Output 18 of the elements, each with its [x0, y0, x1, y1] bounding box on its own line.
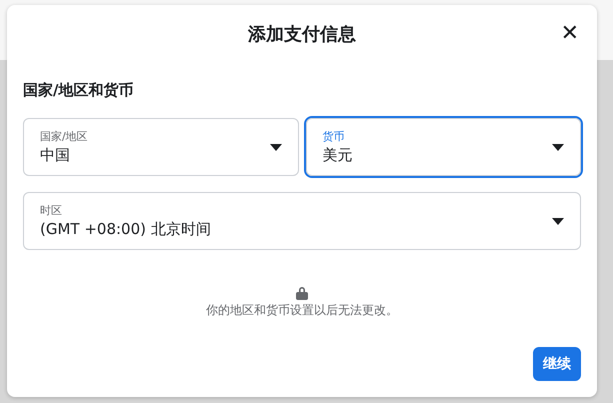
- field-label: 时区: [40, 203, 63, 218]
- field-label: 货币: [322, 129, 346, 144]
- dropdown-field[interactable]: 时区 (GMT +08:00) 北京时间: [23, 192, 581, 250]
- close-button[interactable]: ✕: [554, 19, 585, 48]
- note-text: 你的地区和货币设置以后无法更改。: [206, 302, 398, 319]
- continue-button[interactable]: 继续: [533, 347, 581, 381]
- field-value: 中国: [40, 146, 71, 165]
- caret-icon: [270, 144, 282, 150]
- dropdown-field[interactable]: 国家/地区 中国: [23, 118, 298, 176]
- caret-icon: [552, 144, 564, 150]
- dialog-title: 添加支付信息: [248, 23, 356, 46]
- dropdown-field[interactable]: 货币 美元: [306, 118, 581, 176]
- lock-icon: [296, 286, 308, 300]
- caret-icon: [552, 218, 564, 224]
- field-value: 美元: [322, 146, 354, 165]
- field-label: 国家/地区: [40, 129, 89, 144]
- section-heading: 国家/地区和货币: [23, 81, 134, 100]
- field-value: (GMT +08:00) 北京时间: [40, 220, 212, 239]
